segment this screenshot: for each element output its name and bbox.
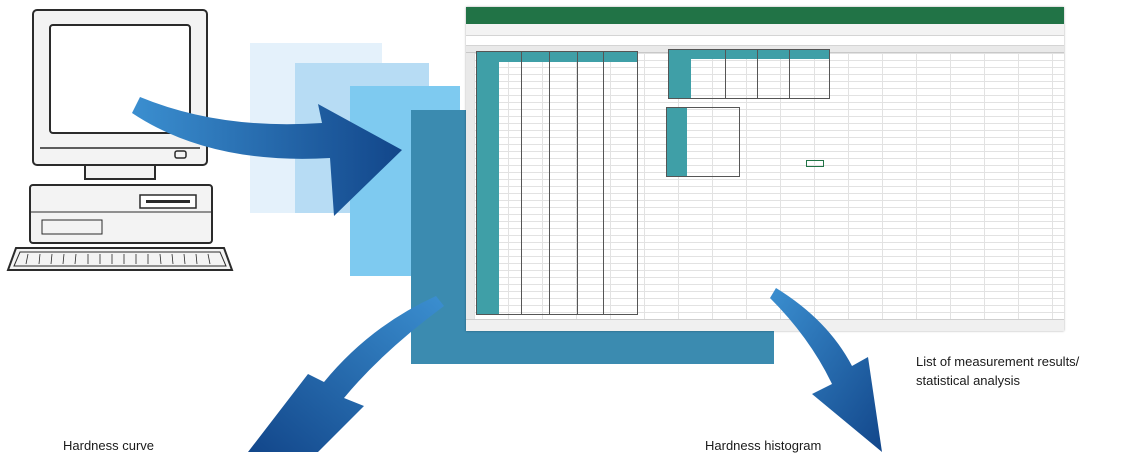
list-results-label-line2: statistical analysis — [916, 373, 1021, 388]
arrow-down-right-icon — [770, 288, 882, 452]
hardness-curve-label: Hardness curve — [63, 438, 155, 453]
arrow-down-left-icon — [248, 296, 444, 452]
arrow-right-icon — [132, 97, 402, 216]
list-results-label-line1: List of measurement results/ — [916, 354, 1080, 369]
hardness-histogram-label: Hardness histogram — [705, 438, 822, 453]
